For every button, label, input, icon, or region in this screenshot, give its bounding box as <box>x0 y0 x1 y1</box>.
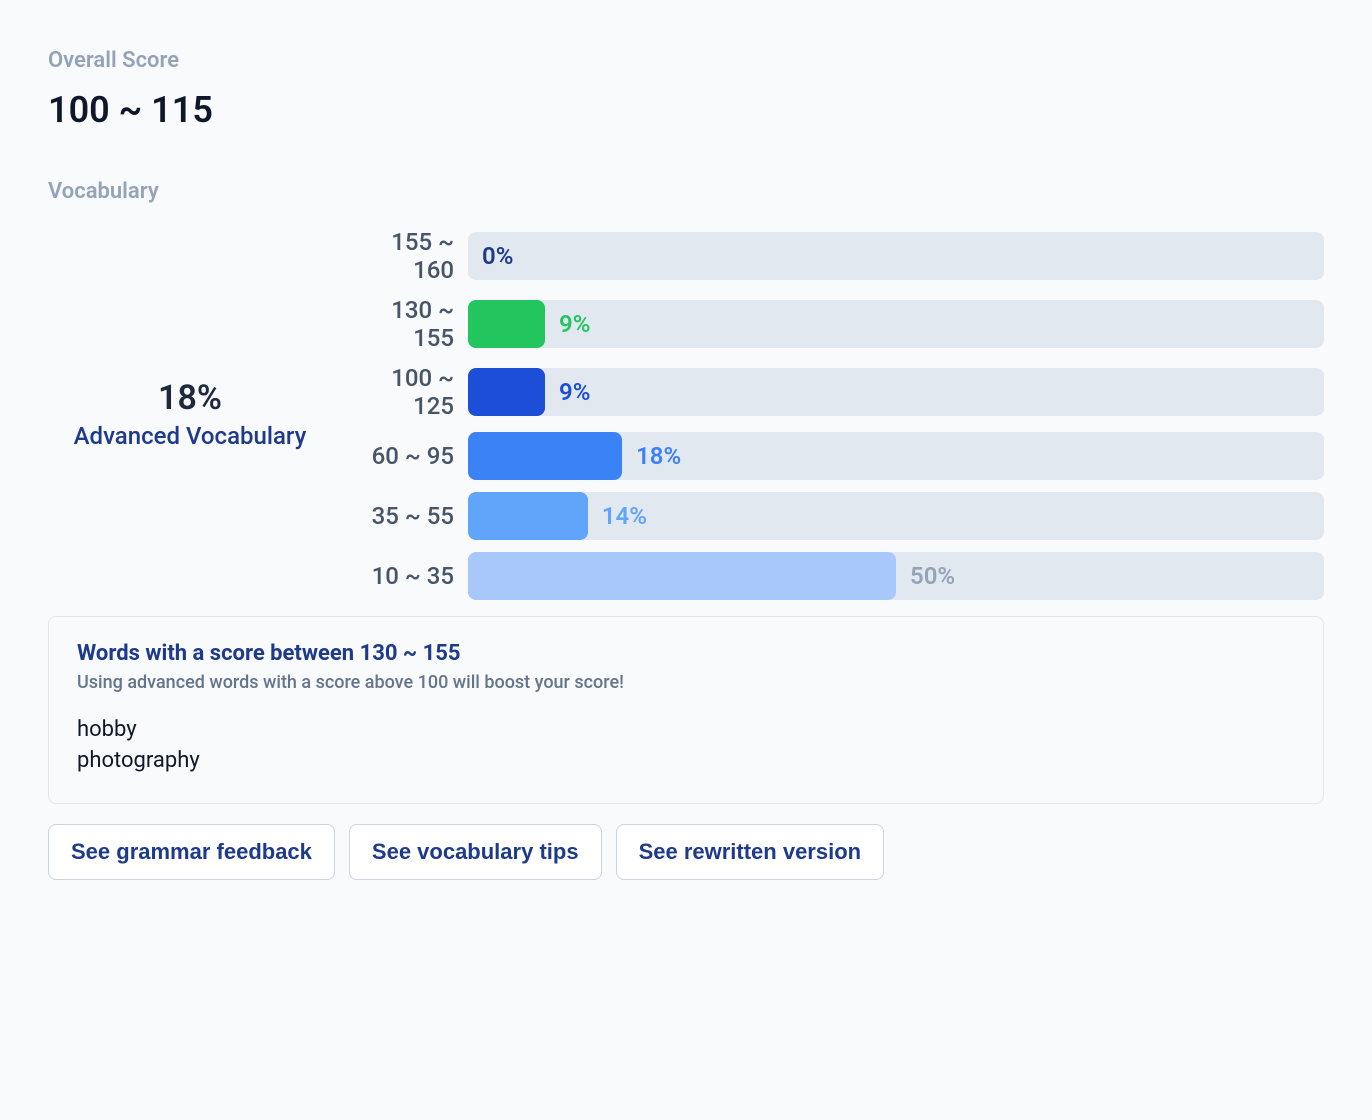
overall-score-section: Overall Score 100 ~ 115 <box>48 48 1324 131</box>
bar-track: 0% <box>468 232 1324 280</box>
bar-track: 50% <box>468 552 1324 600</box>
see-grammar-feedback-button[interactable]: See grammar feedback <box>48 824 335 880</box>
bar-label: 155 ~ 160 <box>348 228 468 284</box>
advanced-vocab-summary: 18% Advanced Vocabulary <box>48 378 348 450</box>
bar-track: 9% <box>468 368 1324 416</box>
bar-value: 9% <box>559 310 590 338</box>
vocabulary-chart: 18% Advanced Vocabulary 155 ~ 160 0% 130 ~… <box>48 228 1324 600</box>
vocabulary-label: Vocabulary <box>48 179 1324 204</box>
advanced-vocab-percent: 18% <box>48 378 332 418</box>
vocab-bars: 155 ~ 160 0% 130 ~ 155 9% 100 ~ 125 9% 60 ~ 95… <box>348 228 1324 600</box>
bar-row: 130 ~ 155 9% <box>348 296 1324 352</box>
bar-label: 10 ~ 35 <box>348 562 468 590</box>
bar-track: 18% <box>468 432 1324 480</box>
word-item: hobby <box>77 717 1295 742</box>
bar-row: 155 ~ 160 0% <box>348 228 1324 284</box>
vocabulary-section: Vocabulary 18% Advanced Vocabulary 155 ~… <box>48 179 1324 880</box>
words-card: Words with a score between 130 ~ 155 Usi… <box>48 616 1324 804</box>
bar-fill <box>468 492 588 540</box>
bar-row: 60 ~ 95 18% <box>348 432 1324 480</box>
bar-value: 14% <box>602 502 647 530</box>
bar-track: 9% <box>468 300 1324 348</box>
bar-value: 0% <box>482 242 513 270</box>
overall-score-value: 100 ~ 115 <box>48 89 1324 131</box>
bar-track: 14% <box>468 492 1324 540</box>
words-card-title: Words with a score between 130 ~ 155 <box>77 641 1295 666</box>
bar-fill <box>468 368 545 416</box>
words-list: hobby photography <box>77 717 1295 773</box>
bar-label: 60 ~ 95 <box>348 442 468 470</box>
bar-label: 35 ~ 55 <box>348 502 468 530</box>
overall-score-label: Overall Score <box>48 48 1324 73</box>
bar-value: 18% <box>636 442 681 470</box>
bar-fill <box>468 432 622 480</box>
word-item: photography <box>77 748 1295 773</box>
bar-label: 130 ~ 155 <box>348 296 468 352</box>
bar-row: 100 ~ 125 9% <box>348 364 1324 420</box>
bar-row: 10 ~ 35 50% <box>348 552 1324 600</box>
see-rewritten-version-button[interactable]: See rewritten version <box>616 824 885 880</box>
advanced-vocab-caption: Advanced Vocabulary <box>48 422 332 450</box>
bar-label: 100 ~ 125 <box>348 364 468 420</box>
see-vocabulary-tips-button[interactable]: See vocabulary tips <box>349 824 602 880</box>
words-card-hint: Using advanced words with a score above … <box>77 672 1295 693</box>
bar-fill <box>468 552 896 600</box>
bar-value: 50% <box>910 562 955 590</box>
bar-row: 35 ~ 55 14% <box>348 492 1324 540</box>
actions-row: See grammar feedback See vocabulary tips… <box>48 824 1324 880</box>
bar-fill <box>468 300 545 348</box>
bar-value: 9% <box>559 378 590 406</box>
